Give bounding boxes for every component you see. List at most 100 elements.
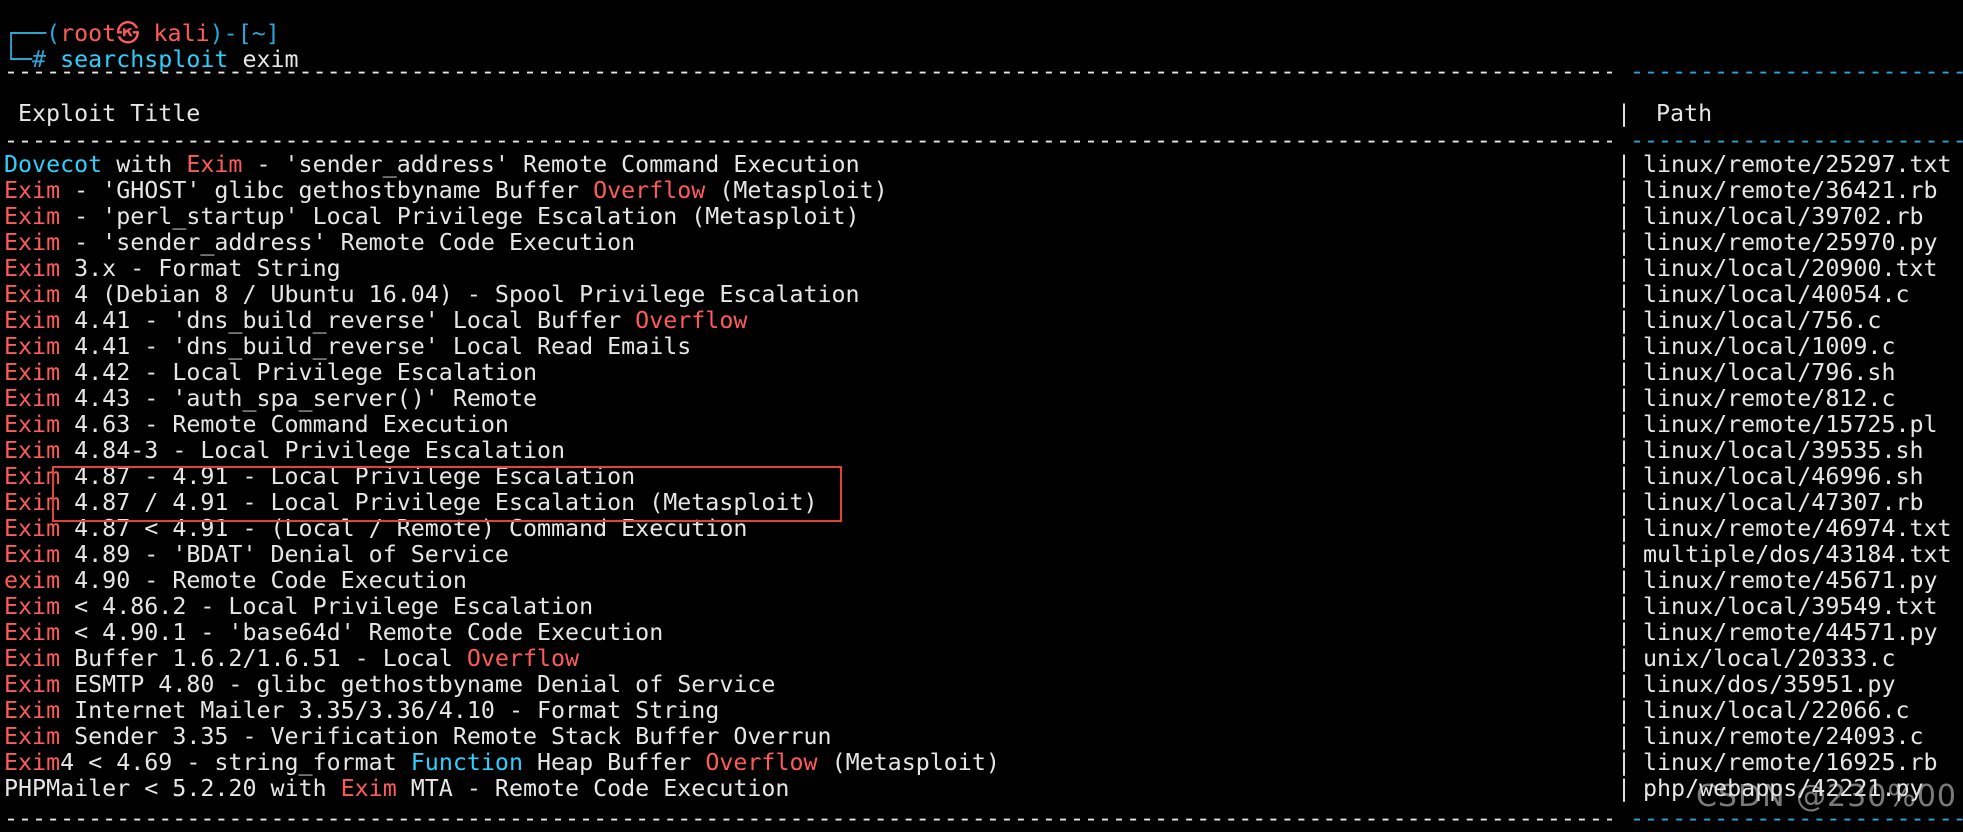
exploit-path: linux/local/39549.txt xyxy=(1643,593,1938,620)
column-header-separator: | xyxy=(1617,100,1632,127)
prompt-cwd: )-[~] xyxy=(209,20,280,47)
exploit-title: Exim 4.84-3 - Local Privilege Escalation xyxy=(4,438,565,464)
table-row: Exim - 'GHOST' glibc gethostbyname Buffe… xyxy=(0,178,1963,204)
exploit-path: linux/local/39702.rb xyxy=(1643,203,1924,230)
column-separator: | xyxy=(1617,489,1632,516)
table-row: Dovecot with Exim - 'sender_address' Rem… xyxy=(0,152,1963,178)
column-separator: | xyxy=(1617,203,1632,230)
table-row: exim 4.90 - Remote Code Execution | linux/… xyxy=(0,568,1963,594)
exploit-path: linux/local/39535.sh xyxy=(1643,437,1924,464)
table-row: Exim 4.43 - 'auth_spa_server()' Remote | l… xyxy=(0,386,1963,412)
title-segment: Function xyxy=(410,749,523,776)
exploit-path: linux/local/756.c xyxy=(1643,307,1882,334)
title-segment: (Metasploit) xyxy=(705,177,888,204)
column-header-title: Exploit Title xyxy=(18,100,201,127)
exploit-title: Exim < 4.90.1 - 'base64d' Remote Code Ex… xyxy=(4,620,663,646)
exploit-path: linux/remote/44571.py xyxy=(1643,619,1938,646)
title-segment: 4.90 - Remote Code Execution xyxy=(60,567,467,594)
exploit-title: Exim < 4.86.2 - Local Privilege Escalati… xyxy=(4,594,593,620)
table-row: Exim 4.84-3 - Local Privilege Escalation… xyxy=(0,438,1963,464)
exploit-path: multiple/dos/43184.txt xyxy=(1643,541,1952,568)
title-segment: - 'perl_startup' Local Privilege Escalat… xyxy=(60,203,860,230)
exploit-path: linux/local/22066.c xyxy=(1643,697,1910,724)
table-row: Exim4 < 4.69 - string_format Function He… xyxy=(0,750,1963,776)
exploit-title: Exim Internet Mailer 3.35/3.36/4.10 - Fo… xyxy=(4,698,719,724)
title-segment: Dovecot xyxy=(4,151,103,178)
title-segment: ESMTP 4.80 - glibc gethostbyname Denial … xyxy=(60,671,776,698)
title-segment: Sender 3.35 - Verification Remote Stack … xyxy=(60,723,832,750)
title-segment: Heap Buffer xyxy=(522,749,706,776)
title-segment: - 'sender_address' Remote Code Execution xyxy=(60,229,636,256)
title-segment: - 'sender_address' Remote Command Execut… xyxy=(242,151,860,178)
title-segment: MTA - Remote Code Execution xyxy=(396,775,790,802)
exploit-title: Exim 4.63 - Remote Command Execution xyxy=(4,412,509,438)
title-segment: 4.63 - Remote Command Execution xyxy=(60,411,509,438)
exploit-path: linux/local/47307.rb xyxy=(1643,489,1924,516)
exploit-title: Exim4 < 4.69 - string_format Function He… xyxy=(4,750,1000,776)
title-segment: Exim xyxy=(4,385,61,412)
title-segment: 4.41 - 'dns_build_reverse' Local Buffer xyxy=(60,307,636,334)
column-separator: | xyxy=(1617,229,1632,256)
title-segment: Exim xyxy=(4,229,61,256)
exploit-title: Dovecot with Exim - 'sender_address' Rem… xyxy=(4,152,860,178)
exploit-title: Exim 4.41 - 'dns_build_reverse' Local Bu… xyxy=(4,308,747,334)
exploit-title: exim 4.90 - Remote Code Execution xyxy=(4,568,467,594)
title-segment: 4.41 - 'dns_build_reverse' Local Read Em… xyxy=(60,333,692,360)
title-segment: exim xyxy=(4,567,61,594)
title-segment: - 'GHOST' glibc gethostbyname Buffer xyxy=(60,177,594,204)
exploit-title: Exim - 'GHOST' glibc gethostbyname Buffe… xyxy=(4,178,888,204)
column-separator: | xyxy=(1617,749,1632,776)
exploit-path: linux/local/46996.sh xyxy=(1643,463,1924,490)
exploit-path: linux/remote/15725.pl xyxy=(1643,411,1938,438)
column-separator: | xyxy=(1617,619,1632,646)
column-separator: | xyxy=(1617,411,1632,438)
exploit-title: Exim Sender 3.35 - Verification Remote S… xyxy=(4,724,832,750)
table-row: Exim 4.89 - 'BDAT' Denial of Service | mul… xyxy=(0,542,1963,568)
column-separator: | xyxy=(1617,307,1632,334)
title-segment: < 4.90.1 - 'base64d' Remote Code Executi… xyxy=(60,619,664,646)
title-segment: 4.43 - 'auth_spa_server()' Remote xyxy=(60,385,537,412)
column-separator: | xyxy=(1617,541,1632,568)
exploit-title: PHPMailer < 5.2.20 with Exim MTA - Remot… xyxy=(4,776,789,802)
exploit-path: linux/local/796.sh xyxy=(1643,359,1896,386)
exploit-path: linux/remote/45671.py xyxy=(1643,567,1938,594)
title-segment: Exim xyxy=(4,333,61,360)
column-separator: | xyxy=(1617,333,1632,360)
exploit-path: linux/remote/16925.rb xyxy=(1643,749,1938,776)
exploit-path: linux/dos/35951.py xyxy=(1643,671,1896,698)
title-segment: 4.84-3 - Local Privilege Escalation xyxy=(60,437,566,464)
column-separator: | xyxy=(1617,437,1632,464)
exploit-path: unix/local/20333.c xyxy=(1643,645,1896,672)
title-segment: Exim xyxy=(186,151,243,178)
title-segment: Exim xyxy=(4,437,61,464)
table-bottom-rule-title: ----------------------------------------… xyxy=(4,806,1612,832)
exploit-path: linux/local/20900.txt xyxy=(1643,255,1938,282)
column-separator: | xyxy=(1617,593,1632,620)
title-segment: Exim xyxy=(4,307,61,334)
column-separator: | xyxy=(1617,281,1632,308)
title-segment: Exim xyxy=(4,177,61,204)
title-segment: Overflow xyxy=(635,307,748,334)
exploit-title: Exim 4.89 - 'BDAT' Denial of Service xyxy=(4,542,509,568)
column-separator: | xyxy=(1617,723,1632,750)
table-row: Exim 4.42 - Local Privilege Escalation | l… xyxy=(0,360,1963,386)
title-segment: Exim xyxy=(4,541,61,568)
table-row: Exim 4.63 - Remote Command Execution | lin… xyxy=(0,412,1963,438)
title-segment: Exim xyxy=(4,697,61,724)
title-segment: (Metasploit) xyxy=(817,749,1000,776)
table-row: Exim < 4.86.2 - Local Privilege Escalati… xyxy=(0,594,1963,620)
title-segment: Exim xyxy=(4,281,61,308)
title-segment: Exim xyxy=(4,255,61,282)
table-top-rule-path: ----------------------------------------… xyxy=(1630,59,1963,85)
title-segment: 4.89 - 'BDAT' Denial of Service xyxy=(60,541,509,568)
column-separator: | xyxy=(1617,515,1632,542)
exploit-title: Exim 4.41 - 'dns_build_reverse' Local Re… xyxy=(4,334,691,360)
title-segment: < 4.86.2 - Local Privilege Escalation xyxy=(60,593,594,620)
table-row: Exim ESMTP 4.80 - glibc gethostbyname De… xyxy=(0,672,1963,698)
terminal-window[interactable]: ┌──(root㉿ kali)-[~] └─# searchsploit exi… xyxy=(0,0,1963,832)
title-segment: 4.42 - Local Privilege Escalation xyxy=(60,359,537,386)
exploit-path: linux/local/40054.c xyxy=(1643,281,1910,308)
table-row: Exim Internet Mailer 3.35/3.36/4.10 - Fo… xyxy=(0,698,1963,724)
table-row: Exim 4.41 - 'dns_build_reverse' Local Bu… xyxy=(0,308,1963,334)
selection-highlight-box xyxy=(52,466,842,522)
